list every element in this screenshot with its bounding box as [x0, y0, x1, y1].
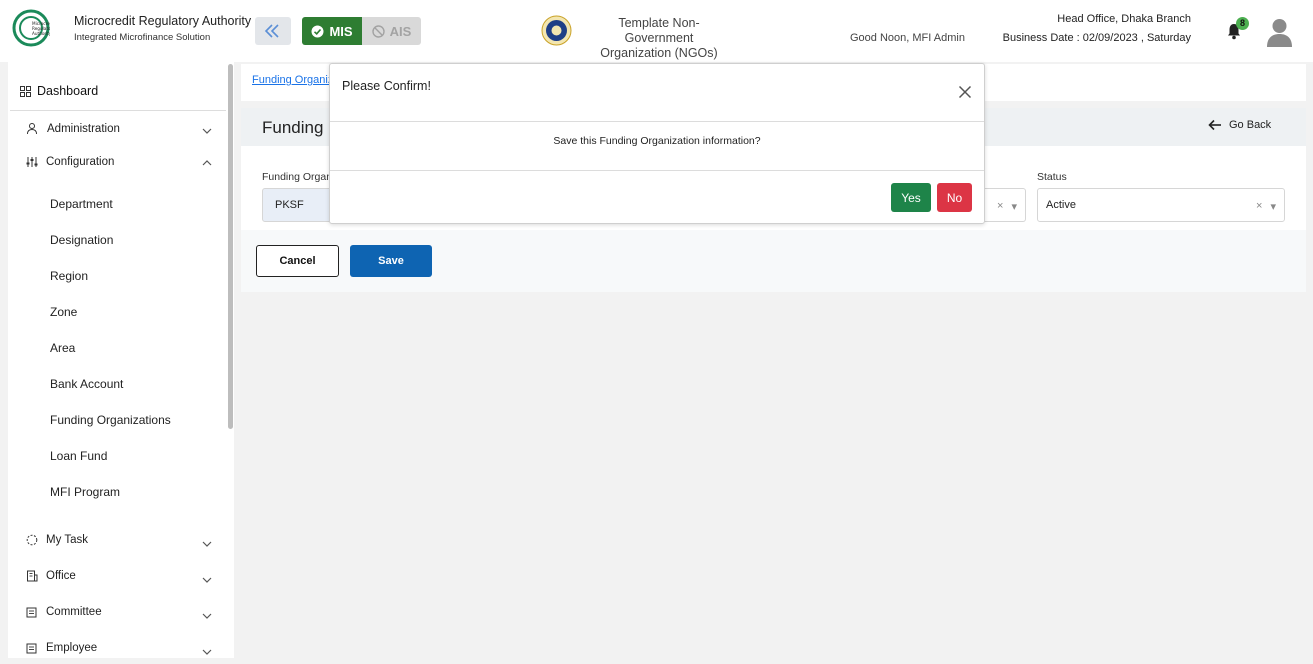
- sidebar-item-dashboard[interactable]: Dashboard: [20, 84, 98, 98]
- dialog-title: Please Confirm!: [342, 79, 431, 93]
- sidebar-item-administration[interactable]: Administration: [26, 122, 216, 135]
- sidebar-item-office[interactable]: Office: [26, 570, 216, 583]
- app-title: Microcredit Regulatory Authority: [74, 14, 252, 28]
- check-circle-icon: [311, 25, 324, 37]
- spinner-icon: [26, 534, 38, 546]
- mis-label: MIS: [329, 23, 353, 39]
- sidebar-item-label: Administration: [47, 122, 120, 135]
- sidebar-divider: [10, 110, 226, 111]
- organization-name: Template Non-Government Organization (NG…: [584, 16, 734, 61]
- org-name-line2: Organization (NGOs): [600, 46, 718, 60]
- save-button[interactable]: Save: [350, 245, 432, 277]
- clear-icon[interactable]: ×: [997, 200, 1003, 213]
- committee-icon: [26, 607, 37, 618]
- sidebar-item-configuration[interactable]: Configuration: [26, 156, 216, 168]
- dialog-divider: [330, 170, 984, 171]
- building-icon: [27, 570, 38, 582]
- ais-label: AIS: [389, 23, 412, 39]
- sidebar-subitem-mfi-program[interactable]: MFI Program: [50, 485, 120, 499]
- no-button[interactable]: No: [937, 183, 972, 212]
- ban-icon: [371, 24, 385, 38]
- mis-toggle-button[interactable]: MIS: [302, 17, 362, 45]
- greeting-text: Good Noon, MFI Admin: [850, 32, 965, 44]
- yes-button[interactable]: Yes: [891, 183, 931, 212]
- svg-text:Authority: Authority: [32, 31, 50, 36]
- sidebar-subitem-department[interactable]: Department: [50, 197, 113, 211]
- breadcrumb-link[interactable]: Funding Organiz: [252, 74, 333, 86]
- grid-icon: [20, 85, 31, 97]
- caret-down-icon[interactable]: ▾: [1011, 200, 1017, 213]
- sidebar-scrollbar[interactable]: [228, 64, 233, 429]
- sidebar-subitem-designation[interactable]: Designation: [50, 233, 113, 247]
- sidebar: [8, 62, 234, 658]
- user-avatar-icon[interactable]: [1266, 17, 1293, 47]
- caret-down-icon[interactable]: ▾: [1270, 200, 1276, 213]
- close-icon[interactable]: [958, 85, 972, 99]
- clear-icon[interactable]: ×: [1256, 200, 1262, 213]
- branch-name: Head Office, Dhaka Branch: [1057, 13, 1191, 25]
- double-chevron-left-icon: [264, 24, 279, 38]
- status-value: Active: [1046, 199, 1076, 211]
- dialog-divider: [330, 121, 984, 122]
- users-cog-icon: [27, 123, 37, 135]
- sidebar-subitem-zone[interactable]: Zone: [50, 305, 77, 319]
- chevron-down-icon: [202, 128, 212, 134]
- sidebar-item-label: My Task: [46, 534, 88, 546]
- page-title: Funding: [262, 118, 324, 137]
- business-date: Business Date : 02/09/2023 , Saturday: [1002, 32, 1191, 44]
- employee-icon: [26, 643, 37, 654]
- sliders-icon: [26, 157, 38, 167]
- sidebar-subitem-funding-organizations[interactable]: Funding Organizations: [50, 413, 171, 427]
- go-back-button[interactable]: Go Back: [1208, 119, 1271, 131]
- chevron-down-icon: [202, 613, 212, 619]
- dialog-message: Save this Funding Organization informati…: [553, 135, 761, 147]
- funding-org-value: PKSF: [275, 199, 304, 211]
- cancel-button[interactable]: Cancel: [256, 245, 339, 277]
- hidden-select-field[interactable]: × ▾: [984, 188, 1026, 222]
- mra-logo: Microcredit Regulatory Authority: [12, 9, 50, 47]
- notification-badge: 8: [1236, 17, 1249, 30]
- sidebar-item-label: Dashboard: [37, 84, 99, 98]
- chevron-down-icon: [202, 649, 212, 655]
- chevron-down-icon: [202, 541, 212, 547]
- sidebar-item-label: Configuration: [46, 156, 115, 168]
- confirm-dialog: Please Confirm! Save this Funding Organi…: [329, 63, 985, 224]
- app-subtitle: Integrated Microfinance Solution: [74, 32, 211, 43]
- sidebar-item-label: Employee: [46, 642, 98, 654]
- select-controls: × ▾: [1256, 200, 1276, 213]
- sidebar-subitem-bank-account[interactable]: Bank Account: [50, 377, 123, 391]
- funding-org-label: Funding Organ: [262, 171, 333, 183]
- go-back-label: Go Back: [1229, 119, 1272, 131]
- org-emblem-icon: [541, 15, 572, 46]
- select-controls: × ▾: [997, 200, 1017, 213]
- ais-toggle-button[interactable]: AIS: [362, 17, 421, 45]
- status-select[interactable]: Active × ▾: [1037, 188, 1285, 222]
- sidebar-collapse-button[interactable]: [255, 17, 291, 45]
- org-name-line1: Template Non-Government: [618, 16, 700, 45]
- sidebar-item-label: Committee: [46, 606, 102, 618]
- sidebar-item-employee[interactable]: Employee: [26, 642, 216, 655]
- sidebar-item-committee[interactable]: Committee: [26, 606, 216, 619]
- chevron-up-icon: [202, 160, 212, 166]
- arrow-left-icon: [1208, 119, 1221, 131]
- sidebar-subitem-loan-fund[interactable]: Loan Fund: [50, 449, 107, 463]
- sidebar-subitem-region[interactable]: Region: [50, 269, 88, 283]
- chevron-down-icon: [202, 577, 212, 583]
- sidebar-item-label: Office: [46, 570, 76, 582]
- sidebar-item-my-task[interactable]: My Task: [26, 534, 216, 547]
- sidebar-subitem-area[interactable]: Area: [50, 341, 75, 355]
- status-label: Status: [1037, 171, 1067, 183]
